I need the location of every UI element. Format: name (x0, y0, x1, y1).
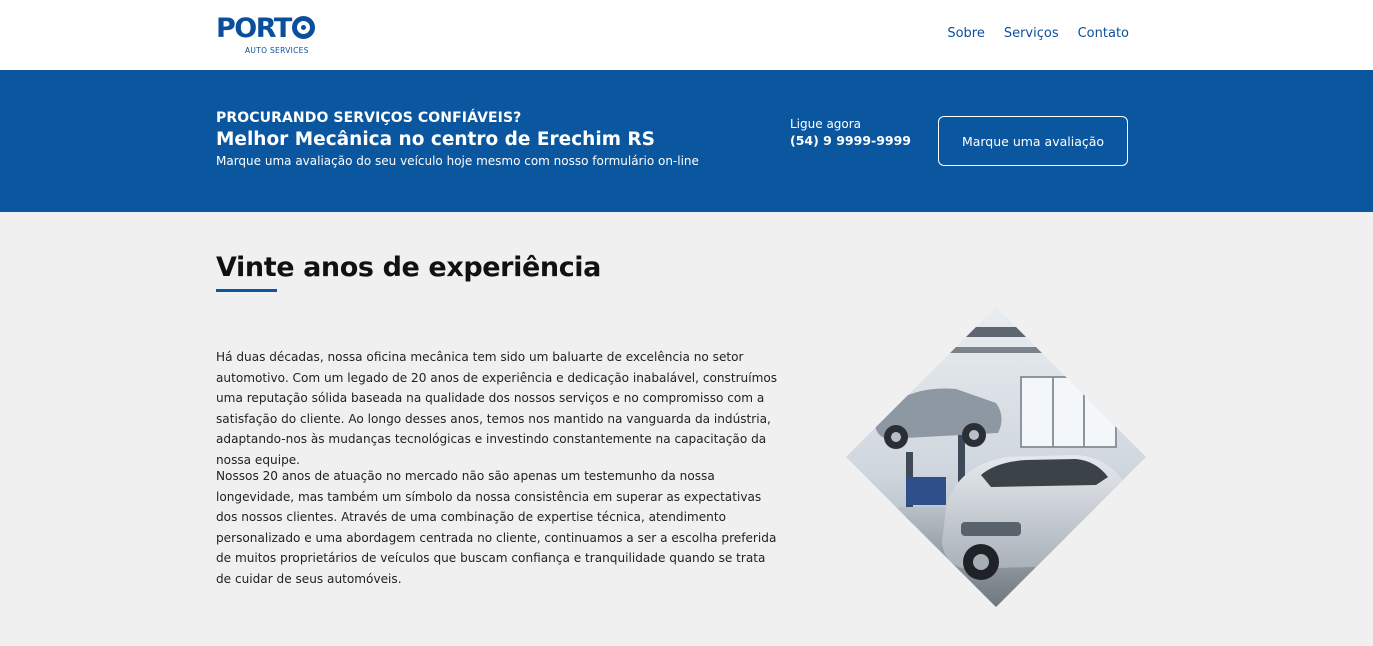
banner-eyebrow: PROCURANDO SERVIÇOS CONFIÁVEIS? (216, 110, 522, 126)
paragraph-experience-2: Nossos 20 anos de atuação no mercado não… (216, 469, 777, 586)
paragraph-experience-1: Há duas décadas, nossa oficina mecânica … (216, 350, 778, 467)
logo-text: PORT (216, 13, 292, 44)
porto-logo[interactable]: PORT AUTO SERVICES (216, 14, 326, 58)
phone-number[interactable]: (54) 9 9999-9999 (790, 133, 911, 148)
section-title: Vinte anos de experiência (216, 252, 601, 283)
main-nav: Sobre Serviços Contato (947, 26, 1129, 41)
call-label: Ligue agora (790, 117, 862, 131)
nav-link-contato[interactable]: Contato (1078, 26, 1129, 41)
nav-link-servicos[interactable]: Serviços (1004, 26, 1059, 41)
hero-banner: PROCURANDO SERVIÇOS CONFIÁVEIS? Melhor M… (0, 70, 1373, 212)
logo-o-ring-icon (291, 16, 315, 39)
banner-subtitle: Marque uma avaliação do seu veículo hoje… (216, 154, 699, 168)
book-evaluation-button[interactable]: Marque uma avaliação (938, 116, 1128, 166)
banner-title: Melhor Mecânica no centro de Erechim RS (216, 129, 655, 150)
logo-subtitle: AUTO SERVICES (245, 46, 309, 55)
title-underline (216, 289, 277, 292)
workshop-photo (846, 307, 1146, 607)
nav-link-sobre[interactable]: Sobre (947, 26, 985, 41)
site-header: PORT AUTO SERVICES Sobre Serviços Contat… (0, 0, 1373, 70)
logo-wordmark: PORT (216, 14, 315, 44)
